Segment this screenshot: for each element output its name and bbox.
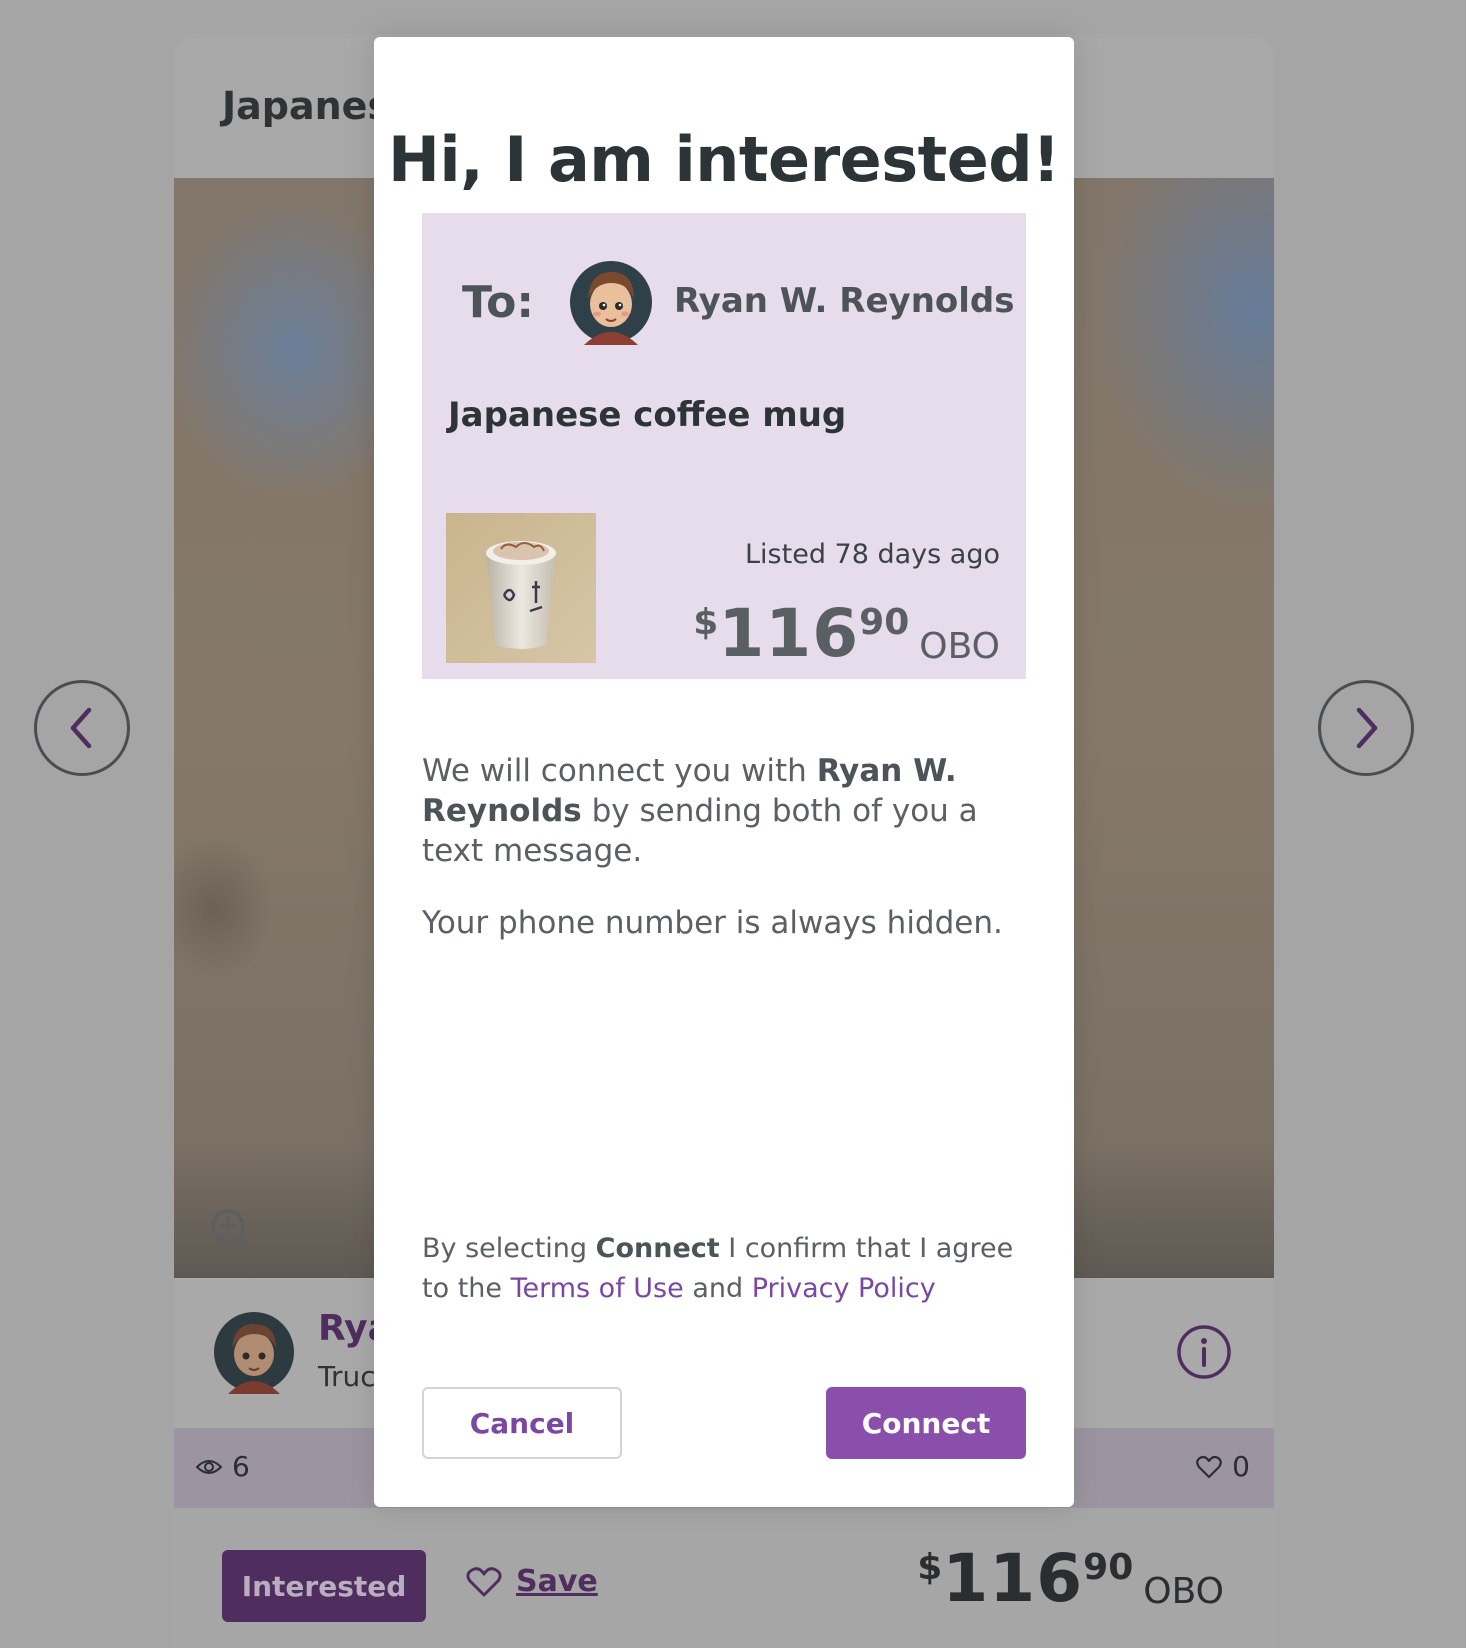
heart-icon bbox=[1196, 1455, 1223, 1478]
terms-of-use-link[interactable]: Terms of Use bbox=[511, 1273, 684, 1304]
listing-summary: To: Ryan W. Reynolds Japanese coffee mug bbox=[422, 213, 1026, 679]
summary-price: $ 116 90 OBO bbox=[693, 601, 1000, 667]
chevron-left-icon bbox=[70, 707, 92, 749]
terms-and: and bbox=[683, 1273, 752, 1304]
views-value: 6 bbox=[232, 1450, 250, 1483]
item-thumbnail bbox=[446, 513, 596, 663]
connect-button[interactable]: Connect bbox=[826, 1387, 1026, 1459]
listed-date: Listed 78 days ago bbox=[745, 539, 1000, 570]
recipient-avatar bbox=[570, 261, 652, 345]
to-label: To: bbox=[462, 277, 534, 328]
price-whole: 116 bbox=[942, 1540, 1084, 1617]
interest-dialog: Hi, I am interested! To: Ryan W. Reynold… bbox=[374, 37, 1074, 1507]
privacy-policy-link[interactable]: Privacy Policy bbox=[752, 1273, 936, 1304]
privacy-notice: Your phone number is always hidden. bbox=[422, 905, 1003, 941]
eye-icon bbox=[196, 1459, 222, 1474]
cancel-button[interactable]: Cancel bbox=[422, 1387, 622, 1459]
save-label: Save bbox=[516, 1564, 598, 1599]
heart-outline-icon bbox=[466, 1566, 502, 1596]
price-cents: 90 bbox=[1083, 1547, 1134, 1588]
summary-price-obo: OBO bbox=[919, 626, 1000, 667]
info-icon[interactable] bbox=[1176, 1324, 1232, 1380]
listing-price: $ 116 90 OBO bbox=[917, 1546, 1224, 1612]
terms-notice: By selecting Connect I confirm that I ag… bbox=[422, 1229, 1028, 1309]
seller-avatar[interactable] bbox=[214, 1310, 294, 1394]
terms-bold: Connect bbox=[595, 1233, 720, 1264]
connect-explanation: We will connect you with Ryan W. Reynold… bbox=[422, 751, 1028, 871]
connect-prefix: We will connect you with bbox=[422, 753, 817, 789]
views-count: 6 bbox=[196, 1450, 250, 1483]
item-title: Japanese coffee mug bbox=[448, 395, 847, 435]
likes-value: 0 bbox=[1232, 1450, 1250, 1483]
price-currency: $ bbox=[917, 1547, 943, 1588]
interested-button[interactable]: Interested bbox=[222, 1550, 426, 1622]
likes-count: 0 bbox=[1196, 1450, 1250, 1483]
summary-price-cents: 90 bbox=[859, 602, 910, 643]
zoom-in-icon[interactable] bbox=[210, 1208, 254, 1252]
terms-prefix: By selecting bbox=[422, 1233, 596, 1264]
price-obo: OBO bbox=[1143, 1571, 1224, 1612]
next-listing-button[interactable] bbox=[1318, 680, 1414, 776]
summary-price-currency: $ bbox=[693, 602, 719, 643]
previous-listing-button[interactable] bbox=[34, 680, 130, 776]
chevron-right-icon bbox=[1356, 707, 1378, 749]
summary-price-whole: 116 bbox=[718, 595, 860, 672]
save-button[interactable]: Save bbox=[466, 1564, 598, 1599]
dialog-title: Hi, I am interested! bbox=[388, 123, 1060, 196]
action-bar: Interested Save $ 116 90 OBO bbox=[174, 1508, 1274, 1648]
recipient-name: Ryan W. Reynolds bbox=[674, 281, 1015, 321]
